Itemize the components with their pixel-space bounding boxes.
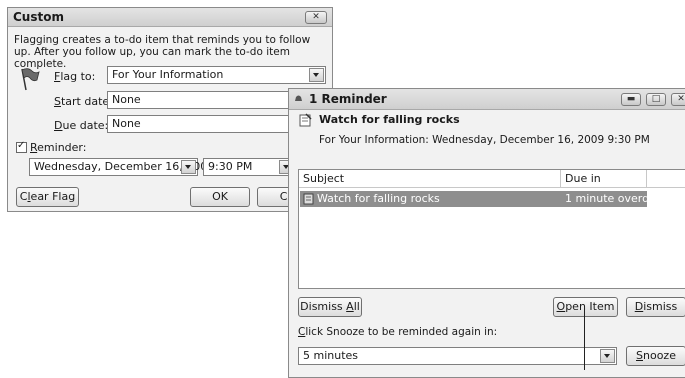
snooze-duration-select[interactable]: 5 minutes (298, 347, 617, 365)
reminder-close-button[interactable]: ✕ (671, 93, 685, 106)
flag-description-text: Flagging creates a to-do item that remin… (14, 34, 311, 70)
bell-icon (295, 95, 302, 101)
flag-to-select[interactable]: For Your Information (107, 66, 326, 84)
snooze-dropdown-button[interactable] (600, 349, 615, 363)
minimize-icon: ▬ (626, 94, 636, 104)
reminder-item-subject: Watch for falling rocks (319, 113, 460, 126)
reminder-title: 1 Reminder (309, 92, 387, 106)
row-due-in: 1 minute overdue (565, 192, 663, 205)
ok-label: OK (212, 190, 228, 203)
open-item-button[interactable]: Open Item (553, 297, 618, 317)
custom-dialog-close-button[interactable]: ✕ (305, 11, 327, 24)
start-date-value: None (112, 93, 141, 106)
start-date-label-text: tart date: (60, 95, 113, 108)
snooze-duration-value: 5 minutes (303, 349, 359, 362)
reminder-time-select[interactable]: 9:30 PM (203, 158, 296, 176)
maximize-icon: □ (651, 94, 661, 104)
due-date-label: Due date: (54, 119, 108, 132)
snooze-label: nooze (643, 349, 676, 362)
custom-flag-dialog: Custom ✕ Flagging creates a to-do item t… (7, 7, 333, 212)
reminder-window: 1 Reminder ▬ □ ✕ Watch for falling rocks… (288, 88, 685, 378)
close-icon: ✕ (312, 12, 320, 22)
column-header-spare (647, 170, 685, 188)
custom-dialog-titlebar[interactable]: Custom ✕ (8, 8, 332, 27)
maximize-button[interactable]: □ (646, 93, 666, 106)
dismiss-button[interactable]: Dismiss (626, 297, 685, 317)
reminder-item-detail: For Your Information: Wednesday, Decembe… (319, 134, 650, 146)
custom-dialog-title: Custom (13, 10, 64, 24)
flag-to-label-text: lag to: (60, 70, 96, 83)
dismiss-label-accel: D (634, 300, 644, 313)
due-date-value: None (112, 117, 141, 130)
flag-description: Flagging creates a to-do item that remin… (14, 34, 326, 70)
dismiss-all-label-a: Dismiss (300, 300, 347, 313)
column-header-subject[interactable]: Subject (299, 170, 561, 188)
reminder-row-icon (303, 193, 314, 205)
ok-button[interactable]: OK (190, 187, 250, 207)
snooze-button[interactable]: Snooze (626, 346, 685, 366)
reminder-date-dropdown-button[interactable] (181, 160, 196, 174)
table-row[interactable]: Watch for falling rocks 1 minute overdue (300, 191, 663, 207)
dismiss-label: ismiss (643, 300, 678, 313)
snooze-prompt-text: lick Snooze to be reminded again in: (305, 326, 498, 338)
column-header-due-in[interactable]: Due in (561, 170, 647, 188)
reminder-date-select[interactable]: Wednesday, December 16, 2009 (29, 158, 214, 176)
reminder-item-icon (299, 113, 312, 127)
dismiss-all-label-accel: A (346, 300, 354, 313)
flag-to-value: For Your Information (112, 68, 224, 81)
snooze-prompt: Click Snooze to be reminded again in: (298, 326, 497, 338)
start-date-label-accel: S (54, 95, 61, 108)
row-subject: Watch for falling rocks (317, 192, 440, 205)
start-date-label: Start date: (54, 95, 113, 108)
reminder-label-text: eminder: (37, 141, 87, 154)
reminder-checkbox[interactable] (16, 140, 27, 153)
reminder-time-value: 9:30 PM (208, 160, 253, 173)
due-date-label-text: ue date: (62, 119, 109, 132)
reminder-titlebar[interactable]: 1 Reminder ▬ □ ✕ (289, 89, 685, 110)
column-header-due-in-text: Due in (565, 172, 601, 185)
flag-to-dropdown-button[interactable] (309, 68, 324, 82)
flag-icon (21, 68, 40, 91)
snooze-label-accel: S (636, 349, 643, 362)
column-header-subject-text: Subject (303, 172, 345, 185)
clear-flag-button[interactable]: Clear Flag (16, 187, 79, 207)
reminder-label: Reminder: (30, 141, 86, 154)
dismiss-all-label-b: ll (353, 300, 360, 313)
minimize-button[interactable]: ▬ (621, 93, 641, 106)
callout-line (584, 308, 585, 370)
open-item-label-accel: O (556, 300, 566, 313)
open-item-label: pen Item (565, 300, 615, 313)
dismiss-all-button[interactable]: Dismiss All (298, 297, 362, 317)
flag-to-label: Flag to: (54, 70, 95, 83)
reminder-list[interactable]: Subject Due in Watch for falling rocks 1… (298, 169, 685, 289)
close-icon: ✕ (677, 94, 685, 104)
clear-flag-label-b: ear Flag (30, 190, 76, 203)
